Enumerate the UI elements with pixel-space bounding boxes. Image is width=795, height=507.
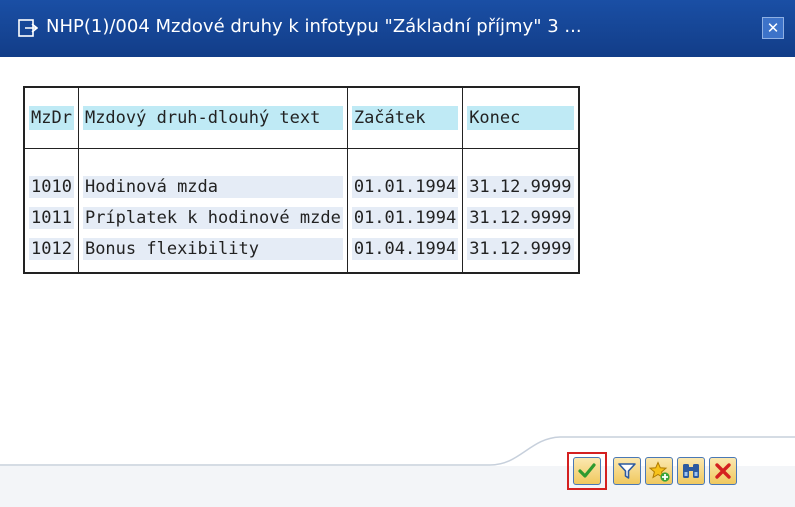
checkmark-icon: [578, 463, 596, 478]
cell-start[interactable]: 01.04.1994: [347, 233, 464, 273]
close-window-button[interactable]: ✕: [762, 17, 784, 39]
cell-start[interactable]: 01.01.1994: [347, 171, 464, 202]
cell-end[interactable]: 31.12.9999: [463, 171, 579, 202]
cell-text[interactable]: Hodinová mzda: [78, 171, 348, 202]
column-header-end[interactable]: Konec: [463, 87, 579, 149]
table-row[interactable]: 1012 Bonus flexibility 01.04.1994 31.12.…: [24, 233, 579, 273]
ok-button[interactable]: [573, 457, 601, 485]
footer-divider: [0, 436, 795, 466]
dialog-content: MzDr Mzdový druh-dlouhý text Začátek Kon…: [0, 57, 795, 457]
wage-types-table: MzDr Mzdový druh-dlouhý text Začátek Kon…: [23, 86, 580, 274]
find-button[interactable]: [677, 457, 705, 485]
column-header-start[interactable]: Začátek: [347, 87, 464, 149]
filter-button[interactable]: [613, 457, 641, 485]
add-favorite-button[interactable]: [645, 457, 673, 485]
cell-code[interactable]: 1012: [24, 233, 79, 273]
window-titlebar: NHP(1)/004 Mzdové druhy k infotypu "Zákl…: [0, 0, 795, 57]
table-row[interactable]: 1011 Príplatek k hodinové mzde 01.01.199…: [24, 202, 579, 233]
cell-start[interactable]: 01.01.1994: [347, 202, 464, 233]
cell-text[interactable]: Bonus flexibility: [78, 233, 348, 273]
cell-text[interactable]: Príplatek k hodinové mzde: [78, 202, 348, 233]
window-title: NHP(1)/004 Mzdové druhy k infotypu "Zákl…: [46, 16, 582, 37]
table-separator: [24, 148, 579, 171]
cell-end[interactable]: 31.12.9999: [463, 233, 579, 273]
cell-end[interactable]: 31.12.9999: [463, 202, 579, 233]
filter-icon: [618, 463, 636, 479]
table-row[interactable]: 1010 Hodinová mzda 01.01.1994 31.12.9999: [24, 171, 579, 202]
table-header-row: MzDr Mzdový druh-dlouhý text Začátek Kon…: [24, 87, 579, 149]
column-header-code[interactable]: MzDr: [24, 87, 79, 149]
window-icon: [18, 19, 38, 37]
cell-code[interactable]: 1010: [24, 171, 79, 202]
close-icon: [715, 463, 731, 479]
cancel-button[interactable]: [709, 457, 737, 485]
footer-bar: [0, 466, 795, 507]
binoculars-icon: [683, 464, 699, 478]
star-plus-icon: [649, 461, 670, 482]
cell-code[interactable]: 1011: [24, 202, 79, 233]
column-header-text[interactable]: Mzdový druh-dlouhý text: [78, 87, 348, 149]
